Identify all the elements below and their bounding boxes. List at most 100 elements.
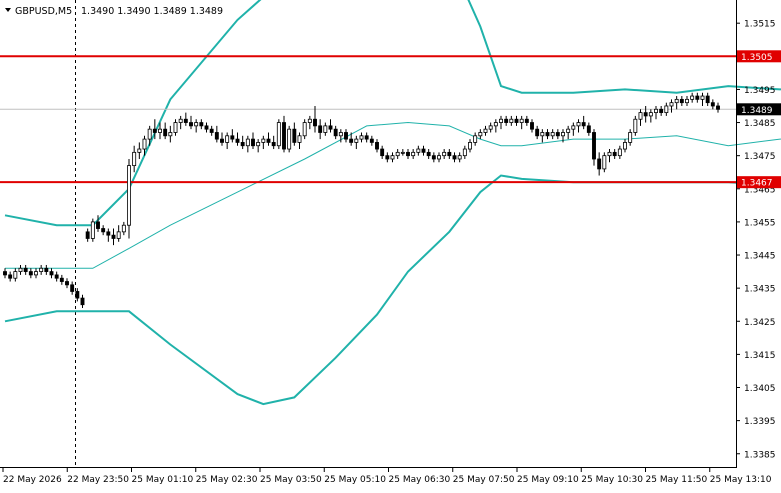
y-tick-label: 1.3455 — [744, 218, 776, 228]
candle-body-bull — [416, 148, 421, 153]
y-tick-label: 1.3475 — [744, 152, 776, 162]
candle-body-bear — [530, 122, 534, 130]
candle-body-bear — [716, 105, 720, 110]
candle-body-bear — [111, 234, 116, 239]
candle-body-bull — [359, 135, 364, 140]
candle-body-bear — [431, 155, 436, 160]
candle-body-bear — [421, 148, 426, 153]
candle-body-bear — [328, 125, 333, 130]
candle-body-bull — [13, 271, 18, 279]
y-tick-label: 1.3495 — [744, 86, 776, 96]
candle-body-bull — [116, 231, 121, 239]
candle-body-bear — [375, 142, 379, 150]
candle-body-bear — [101, 228, 106, 233]
candle-body-bull — [493, 122, 498, 127]
candle-body-bull — [509, 118, 514, 123]
candle-body-bull — [607, 151, 612, 157]
y-tick-label: 1.3435 — [744, 285, 776, 295]
x-tick-label: 25 May 11:50 — [646, 475, 708, 485]
candle-body-bull — [488, 125, 493, 130]
candle-body-bull — [566, 128, 571, 133]
candle-body-bull — [287, 128, 292, 150]
candle-body-bull — [132, 151, 137, 167]
candle-body-bull — [142, 138, 147, 150]
candle-body-bull — [685, 98, 689, 104]
candle-body-bull — [39, 267, 44, 272]
candle-body-bull — [390, 155, 395, 160]
candle-body-bear — [452, 155, 457, 160]
x-tick-label: 25 May 03:50 — [260, 475, 322, 485]
candle-body-bull — [147, 128, 152, 140]
candle-body-bull — [561, 132, 565, 137]
x-tick-label: 25 May 10:30 — [581, 475, 643, 485]
candle-body-bull — [18, 267, 23, 272]
candle-body-bear — [266, 138, 271, 143]
current-price-label: 1.3489 — [741, 106, 773, 116]
candle-body-bull — [638, 112, 643, 120]
candle-body-bull — [674, 98, 679, 104]
candle-body-bear — [59, 277, 64, 282]
y-tick-label: 1.3405 — [744, 384, 776, 394]
candle-body-bull — [261, 138, 266, 143]
candle-body-bear — [80, 297, 85, 306]
chart-container: 1.35151.35051.34951.34851.34751.34651.34… — [0, 0, 781, 489]
candle-body-bear — [251, 138, 255, 147]
candle-body-bull — [550, 132, 555, 137]
candle-body-bull — [158, 128, 162, 133]
candle-body-bull — [34, 271, 38, 276]
candle-body-bear — [204, 125, 209, 130]
candle-body-bear — [54, 274, 59, 279]
candle-body-bear — [369, 138, 374, 143]
candle-body-bull — [664, 105, 669, 114]
candle-body-bear — [380, 148, 385, 157]
candle-body-bull — [669, 102, 674, 107]
candle-body-bear — [695, 95, 700, 100]
chart-background — [0, 0, 781, 489]
candle-body-bear — [597, 158, 602, 170]
candle-body-bull — [245, 138, 250, 147]
candle-body-bull — [617, 148, 622, 157]
candle-body-bear — [292, 128, 297, 143]
candle-body-bear — [612, 151, 617, 157]
candle-body-bear — [313, 118, 317, 127]
y-tick-label: 1.3415 — [744, 351, 776, 361]
candle-body-bear — [44, 267, 49, 272]
y-tick-label: 1.3395 — [744, 417, 776, 427]
x-tick-label: 25 May 01:10 — [132, 475, 194, 485]
candle-body-bull — [121, 224, 126, 233]
y-tick-label: 1.3425 — [744, 318, 776, 328]
candle-body-bear — [220, 138, 224, 143]
candle-body-bull — [483, 128, 488, 133]
candle-body-bear — [23, 267, 28, 272]
candle-body-bull — [307, 118, 312, 123]
candle-body-bull — [276, 122, 281, 147]
candle-body-bull — [173, 122, 178, 133]
candlestick-chart: 1.35151.35051.34951.34851.34751.34651.34… — [0, 0, 781, 489]
candle-body-bull — [473, 135, 478, 143]
candle-body-bear — [679, 98, 684, 104]
y-tick-label: 1.3515 — [744, 20, 776, 30]
x-tick-label: 25 May 07:50 — [453, 475, 515, 485]
x-tick-label: 25 May 05:10 — [324, 475, 386, 485]
candle-body-bear — [586, 125, 591, 133]
candle-body-bull — [462, 148, 467, 157]
candle-body-bear — [65, 281, 69, 286]
candle-body-bear — [333, 128, 338, 137]
candle-body-bear — [28, 271, 33, 276]
candle-body-bear — [535, 128, 540, 137]
candle-body-bear — [85, 231, 90, 239]
candle-body-bear — [189, 122, 193, 127]
candle-body-bear — [426, 151, 431, 157]
candle-body-bull — [194, 122, 199, 127]
candle-body-bear — [96, 221, 100, 229]
candle-body-bull — [395, 151, 400, 157]
candle-body-bear — [199, 122, 204, 127]
candle-body-bull — [623, 142, 627, 150]
candle-body-bull — [90, 221, 95, 239]
level-price-label: 1.3505 — [741, 53, 773, 63]
candle-body-bull — [354, 138, 359, 143]
candle-body-bear — [230, 135, 235, 140]
candle-body-bear — [318, 125, 323, 133]
x-tick-label: 25 May 02:30 — [196, 475, 258, 485]
candle-body-bear — [235, 138, 240, 143]
